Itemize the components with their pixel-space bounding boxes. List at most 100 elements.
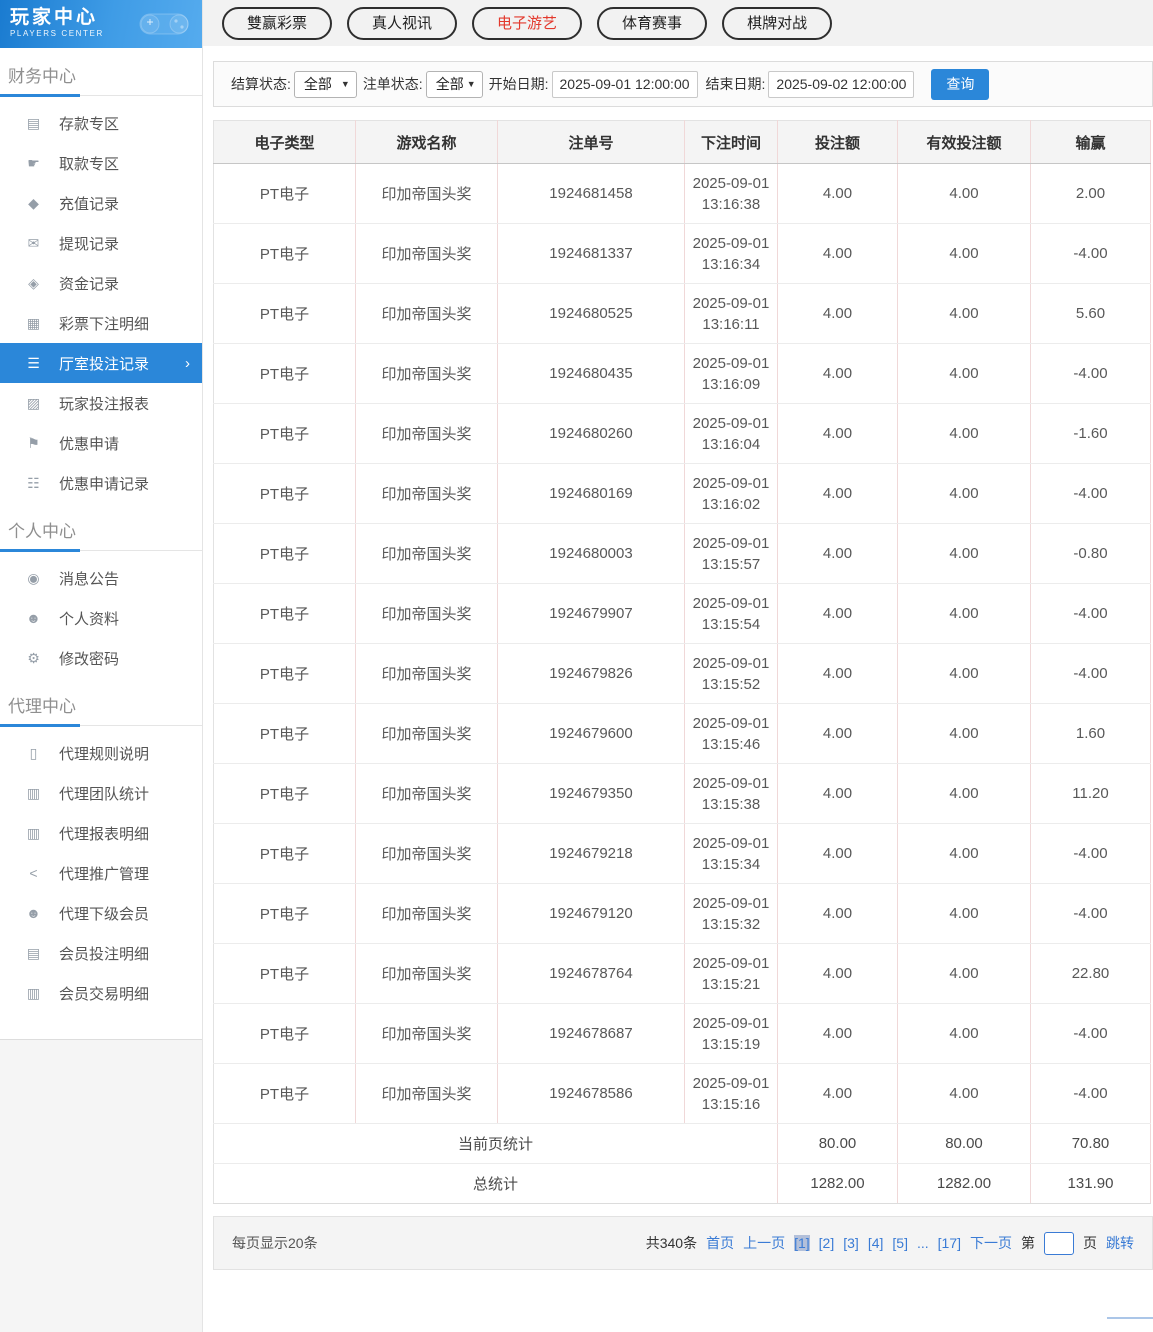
sidebar-item[interactable]: ⚑ 优惠申请 bbox=[0, 423, 202, 463]
cell-win-loss: 2.00 bbox=[1030, 163, 1151, 224]
tab-active[interactable]: 电子游艺 bbox=[472, 6, 583, 40]
prev-page-link[interactable]: 上一页 bbox=[743, 1233, 785, 1253]
table-row: PT电子 印加帝国头奖 1924679350 2025-09-01 13:15:38 4.… bbox=[213, 763, 1151, 824]
sidebar-item[interactable]: ▥ 代理报表明细 bbox=[0, 813, 202, 853]
cell-type: PT电子 bbox=[213, 1063, 356, 1124]
sidebar-item[interactable]: ◈ 资金记录 bbox=[0, 263, 202, 303]
end-date-label: 结束日期: bbox=[705, 76, 766, 92]
jump-button[interactable]: 跳转 bbox=[1106, 1233, 1134, 1253]
first-page-link[interactable]: 首页 bbox=[706, 1233, 734, 1253]
sidebar-item[interactable]: ☻ 代理下级会员 bbox=[0, 893, 202, 933]
page-ellipsis: ... bbox=[916, 1235, 929, 1251]
document-icon: ▯ bbox=[29, 744, 38, 761]
tab-item[interactable]: 体育赛事 bbox=[597, 6, 708, 40]
cell-win-loss: 22.80 bbox=[1030, 943, 1151, 1004]
bet-clock: 13:16:09 bbox=[701, 375, 761, 393]
sidebar-item[interactable]: < 代理推广管理 bbox=[0, 853, 202, 893]
page-number-link[interactable]: [4] bbox=[868, 1235, 884, 1251]
page-number-link[interactable]: [1] bbox=[794, 1235, 810, 1251]
sidebar-item[interactable]: ◉ 消息公告 bbox=[0, 558, 202, 598]
cell-valid-amount: 4.00 bbox=[897, 463, 1031, 524]
cell-bet-time: 2025-09-01 13:16:34 bbox=[684, 223, 778, 284]
sidebar-item[interactable]: ✉ 提现记录 bbox=[0, 223, 202, 263]
page-number-link[interactable]: [5] bbox=[892, 1235, 908, 1251]
records-table: 电子类型 游戏名称 注单号 下注时间 投注额 有效投注额 输赢 PT电子 印加帝国头奖 1924… bbox=[213, 120, 1151, 1204]
cell-bet-no: 1924679218 bbox=[497, 823, 685, 884]
bet-date: 2025-09-01 bbox=[692, 534, 770, 552]
bet-clock: 13:15:46 bbox=[701, 735, 761, 753]
table-row: PT电子 印加帝国头奖 1924678764 2025-09-01 13:15:21 4.… bbox=[213, 943, 1151, 1004]
page-number-link[interactable]: [2] bbox=[819, 1235, 835, 1251]
page-number-link[interactable]: [3] bbox=[843, 1235, 859, 1251]
start-date-input[interactable] bbox=[551, 70, 698, 98]
sidebar-item[interactable]: ▤ 存款专区 bbox=[0, 103, 202, 143]
cell-bet-time: 2025-09-01 13:15:52 bbox=[684, 643, 778, 704]
sidebar-item[interactable]: ☷ 优惠申请记录 bbox=[0, 463, 202, 503]
bet-date: 2025-09-01 bbox=[692, 954, 770, 972]
column-header: 注单号 bbox=[497, 120, 685, 164]
sidebar-item[interactable]: ☻ 个人资料 bbox=[0, 598, 202, 638]
bet-date: 2025-09-01 bbox=[692, 474, 770, 492]
cell-amount: 4.00 bbox=[777, 703, 898, 764]
order-status-select[interactable]: 全部 ▼ bbox=[425, 70, 483, 98]
sidebar-item[interactable]: ▯ 代理规则说明 bbox=[0, 733, 202, 773]
moneybag-icon: ◆ bbox=[28, 194, 39, 211]
cell-win-loss: -4.00 bbox=[1030, 823, 1151, 884]
hall-records-icon: ☰ bbox=[27, 354, 40, 371]
settle-status-select[interactable]: 全部 ▼ bbox=[293, 70, 357, 98]
page-summary-label: 当前页统计 bbox=[213, 1123, 778, 1164]
page-number-link[interactable]: [17] bbox=[938, 1235, 961, 1251]
sidebar-item-label: 彩票下注明细 bbox=[59, 315, 150, 333]
cell-amount: 4.00 bbox=[777, 1063, 898, 1124]
table-row: PT电子 印加帝国头奖 1924680260 2025-09-01 13:16:04 4.… bbox=[213, 403, 1151, 464]
brand-header: 玩家中心 PLAYERS CENTER bbox=[0, 0, 202, 48]
members-icon: ☻ bbox=[26, 905, 41, 921]
cell-valid-amount: 4.00 bbox=[897, 943, 1031, 1004]
cell-bet-time: 2025-09-01 13:15:19 bbox=[684, 1003, 778, 1064]
cell-amount: 4.00 bbox=[777, 163, 898, 224]
sidebar-item[interactable]: ▥ 代理团队统计 bbox=[0, 773, 202, 813]
end-date-input[interactable] bbox=[768, 70, 915, 98]
cell-game: 印加帝国头奖 bbox=[355, 283, 498, 344]
sidebar-item-active[interactable]: ☰ 厅室投注记录 › bbox=[0, 343, 202, 383]
sidebar-item[interactable]: ▨ 玩家投注报表 bbox=[0, 383, 202, 423]
cell-win-loss: -4.00 bbox=[1030, 883, 1151, 944]
cell-game: 印加帝国头奖 bbox=[355, 523, 498, 584]
cell-amount: 4.00 bbox=[777, 463, 898, 524]
sidebar-item[interactable]: ⚙ 修改密码 bbox=[0, 638, 202, 678]
chevron-down-icon: ▼ bbox=[340, 79, 350, 89]
tab-item[interactable]: 雙赢彩票 bbox=[222, 6, 333, 40]
cell-win-loss: -1.60 bbox=[1030, 403, 1151, 464]
cell-valid-amount: 4.00 bbox=[897, 283, 1031, 344]
tab-item[interactable]: 棋牌对战 bbox=[722, 6, 833, 40]
query-button[interactable]: 查询 bbox=[931, 68, 990, 100]
sidebar-menu: ◉ 消息公告 ☻ 个人资料 ⚙ 修改密码 bbox=[0, 551, 202, 678]
jump-page-input[interactable] bbox=[1044, 1231, 1074, 1255]
person-icon: ☻ bbox=[26, 610, 41, 626]
cell-bet-no: 1924680169 bbox=[497, 463, 685, 524]
sidebar-item[interactable]: ▦ 彩票下注明细 bbox=[0, 303, 202, 343]
sidebar-item[interactable]: ◆ 充值记录 bbox=[0, 183, 202, 223]
cell-amount: 4.00 bbox=[777, 943, 898, 1004]
table-row: PT电子 印加帝国头奖 1924681337 2025-09-01 13:16:34 4.… bbox=[213, 223, 1151, 284]
sidebar-item-label: 优惠申请 bbox=[59, 435, 120, 453]
sidebar-item[interactable]: ▥ 会员交易明细 bbox=[0, 973, 202, 1013]
cell-game: 印加帝国头奖 bbox=[355, 703, 498, 764]
cell-game: 印加帝国头奖 bbox=[355, 883, 498, 944]
pagination-bar: 每页显示20条 共340条 首页 上一页 [1] [2] [3] [4] [5]...[… bbox=[213, 1216, 1153, 1270]
table-row: PT电子 印加帝国头奖 1924680003 2025-09-01 13:15:57 4.… bbox=[213, 523, 1151, 584]
bet-date: 2025-09-01 bbox=[692, 834, 770, 852]
sidebar-item-label: 充值记录 bbox=[59, 195, 120, 213]
cell-type: PT电子 bbox=[213, 1003, 356, 1064]
sidebar-item[interactable]: ▤ 会员投注明细 bbox=[0, 933, 202, 973]
cell-bet-time: 2025-09-01 13:15:46 bbox=[684, 703, 778, 764]
cell-bet-time: 2025-09-01 13:16:11 bbox=[684, 283, 778, 344]
sidebar-item[interactable]: ☛ 取款专区 bbox=[0, 143, 202, 183]
cell-valid-amount: 4.00 bbox=[897, 403, 1031, 464]
column-header: 有效投注额 bbox=[897, 120, 1031, 164]
tab-item[interactable]: 真人视讯 bbox=[347, 6, 458, 40]
sidebar-item-label: 会员交易明细 bbox=[59, 985, 150, 1003]
cell-type: PT电子 bbox=[213, 943, 356, 1004]
cell-bet-no: 1924680003 bbox=[497, 523, 685, 584]
next-page-link[interactable]: 下一页 bbox=[970, 1233, 1012, 1253]
